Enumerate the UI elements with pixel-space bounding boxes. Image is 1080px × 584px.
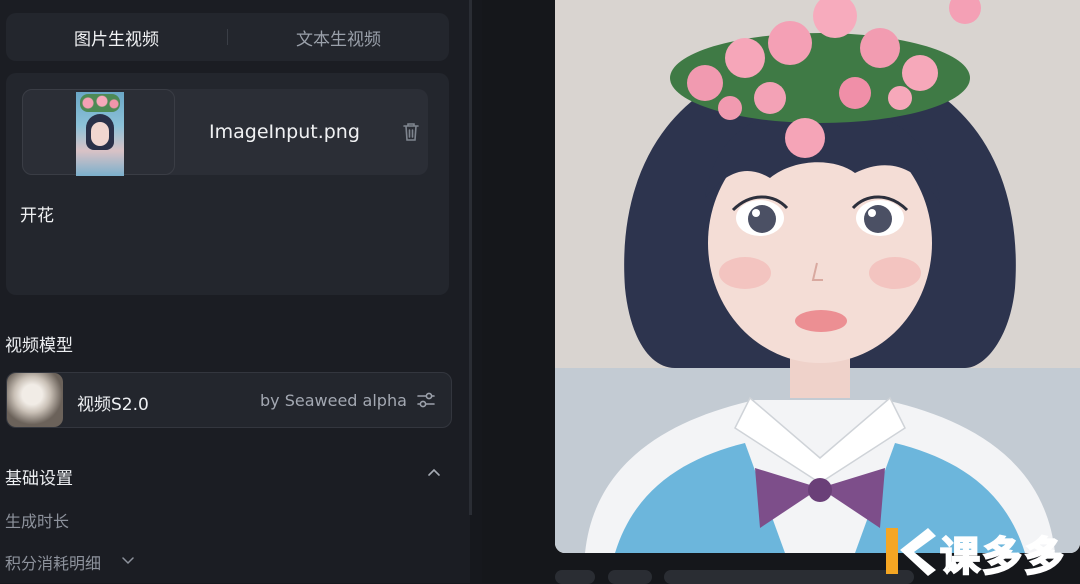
girl-illustration bbox=[555, 0, 1080, 553]
mode-tab-bar: 图片生视频 文本生视频 bbox=[6, 13, 449, 61]
basic-settings-title: 基础设置 bbox=[5, 469, 73, 489]
chevron-down-icon[interactable] bbox=[121, 553, 135, 567]
model-selector[interactable]: 视频S2.0 by Seaweed alpha bbox=[6, 372, 452, 428]
preview-control-left[interactable] bbox=[555, 570, 595, 584]
trash-icon[interactable] bbox=[402, 122, 420, 142]
sliders-icon[interactable] bbox=[416, 390, 436, 410]
watermark: 课多多 bbox=[880, 524, 1080, 581]
model-avatar bbox=[7, 373, 63, 427]
watermark-text: 课多多 bbox=[939, 533, 1066, 581]
points-detail-label[interactable]: 积分消耗明细 bbox=[5, 550, 101, 574]
model-provider: by Seaweed alpha bbox=[260, 391, 407, 410]
tab-image-to-video[interactable]: 图片生视频 bbox=[6, 25, 227, 50]
file-name: ImageInput.png bbox=[209, 121, 360, 143]
preview-control-bar[interactable] bbox=[664, 570, 914, 584]
generated-image-preview[interactable] bbox=[555, 0, 1080, 553]
preview-panel bbox=[482, 0, 1080, 584]
uploaded-file-row: ImageInput.png bbox=[22, 89, 428, 176]
image-thumbnail-frame[interactable] bbox=[22, 89, 175, 176]
panel-scrollbar[interactable] bbox=[469, 0, 472, 515]
model-section-title: 视频模型 bbox=[5, 336, 73, 356]
prompt-input-card[interactable]: ImageInput.png 开花 bbox=[6, 73, 449, 295]
image-thumbnail bbox=[76, 92, 124, 176]
left-panel: 图片生视频 文本生视频 ImageInput.png 开花 视频模型 视频S2.… bbox=[0, 0, 472, 583]
duration-label: 生成时长 bbox=[5, 512, 70, 531]
chevron-up-icon[interactable] bbox=[426, 464, 442, 480]
tab-text-to-video[interactable]: 文本生视频 bbox=[228, 25, 449, 50]
preview-control-middle[interactable] bbox=[608, 570, 652, 584]
model-name: 视频S2.0 bbox=[77, 395, 149, 415]
watermark-logo-icon bbox=[886, 528, 936, 576]
prompt-text[interactable]: 开花 bbox=[20, 201, 54, 226]
